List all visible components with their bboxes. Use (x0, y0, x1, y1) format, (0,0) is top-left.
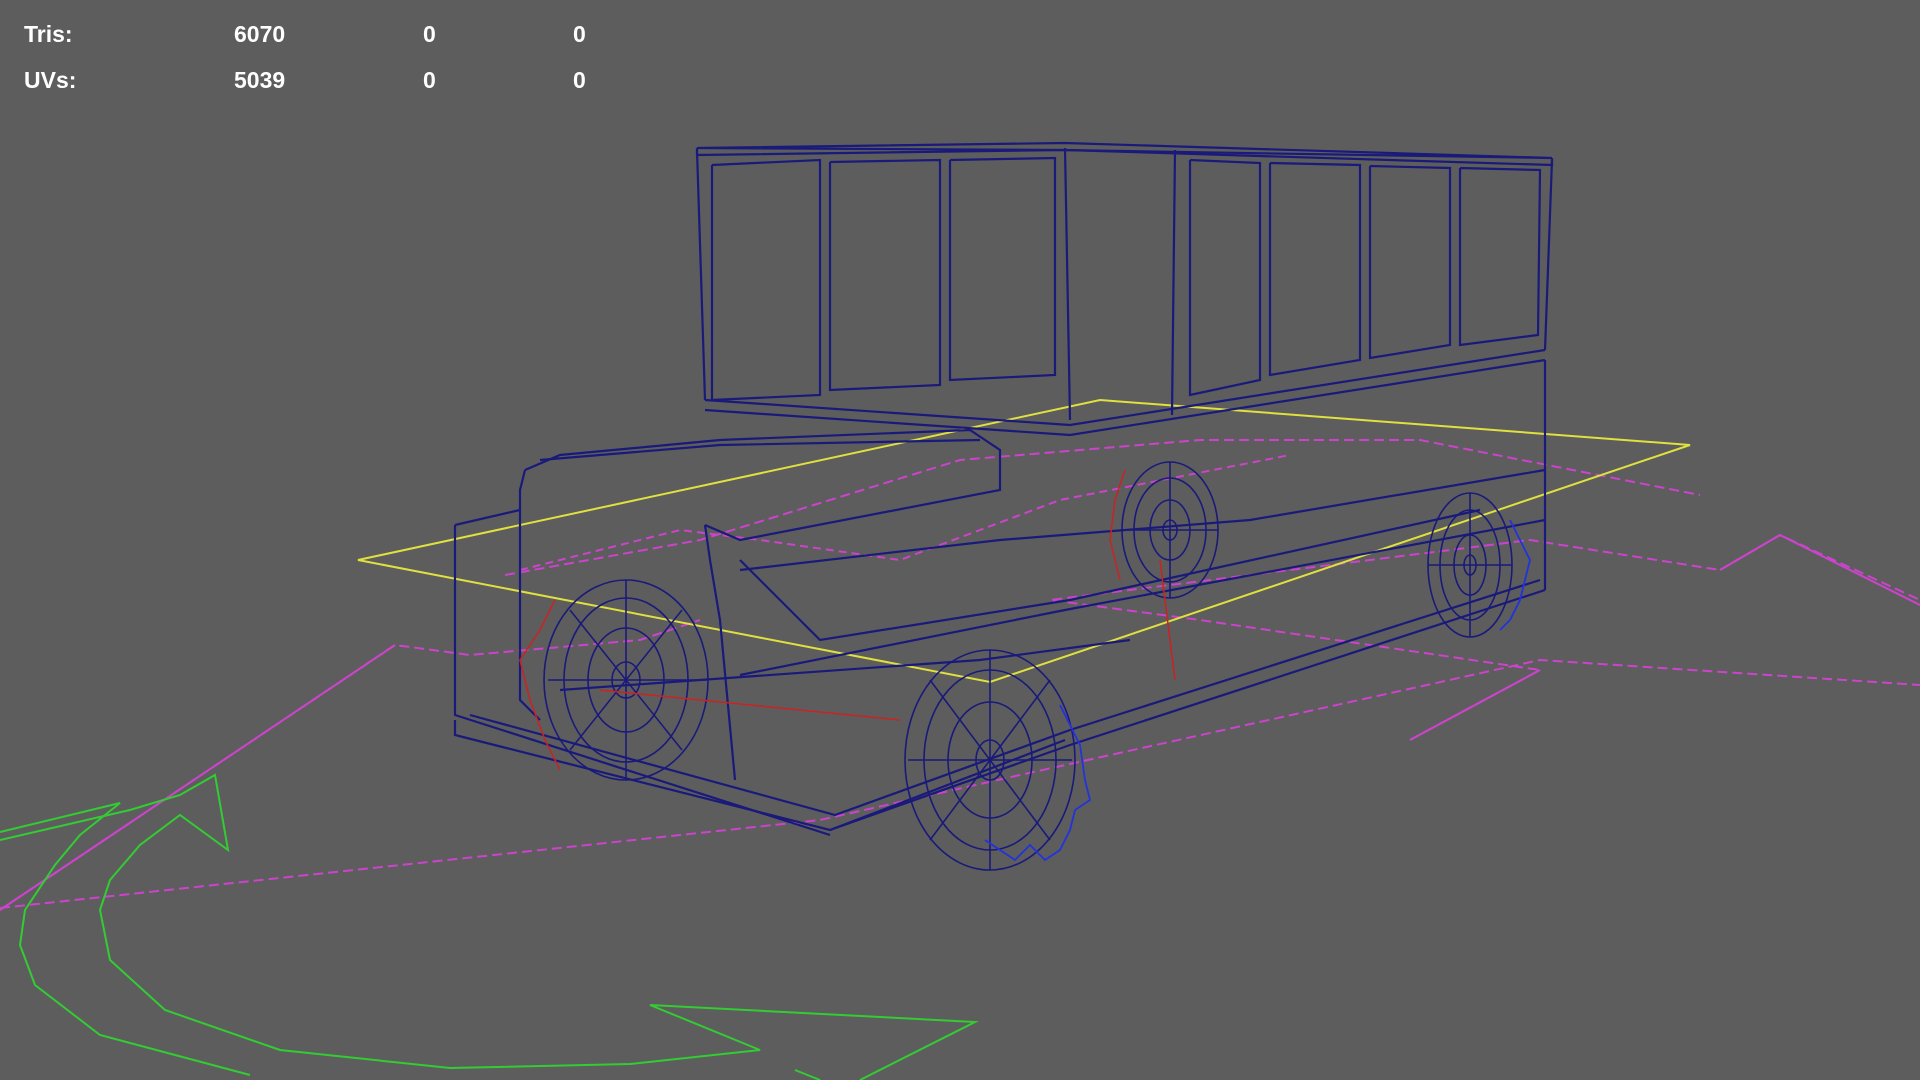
hud-value: 5039 (234, 67, 286, 93)
body-side-sill (739, 518, 1546, 677)
joint-marker-front-left (519, 599, 561, 771)
direction-arrow-head-lower (794, 1069, 821, 1080)
viewport-scene[interactable] (0, 0, 1920, 1080)
motion-path-upper-segment (504, 439, 1701, 576)
cabin-roof (696, 141, 1553, 160)
cabin-rear-window-frame-4 (1458, 166, 1542, 347)
hood-top (524, 428, 1002, 542)
motion-path-solid-a (0, 644, 396, 911)
cabin-rear-window-frame-2 (1268, 161, 1362, 377)
cabin-rear-right-pillar (1543, 159, 1554, 351)
curved-arrow-icon[interactable] (0, 773, 979, 1080)
motion-path-solid-b (1409, 669, 1541, 741)
chassis-long-rail (559, 638, 1131, 692)
spring-rear-right (1499, 519, 1531, 631)
body-lower-front (454, 508, 521, 527)
direction-arrow-inner (0, 802, 251, 1076)
cabin-rear-window-frame-1 (1188, 158, 1262, 397)
direction-arrow-outer (0, 773, 979, 1080)
wheel-front-left[interactable] (543, 579, 709, 781)
hud-value: 0 (423, 67, 436, 93)
chassis-floor-2 (739, 508, 1481, 642)
hud-value: 0 (573, 21, 586, 47)
hud-row-uvs: UVs: 5039 0 0 (0, 67, 640, 97)
motion-path-inner-segment (519, 454, 1291, 571)
wheel-front-right[interactable] (904, 649, 1076, 871)
hud-value: 0 (423, 21, 436, 47)
cabin-mid-pillar (1170, 149, 1177, 416)
hud-value: 0 (573, 67, 586, 93)
hud-row-tris: Tris: 6070 0 0 (0, 21, 640, 51)
joint-markers[interactable] (519, 469, 1176, 771)
wheel-rear-right[interactable] (1427, 492, 1513, 638)
cabin-front-left-pillar (695, 149, 707, 401)
motion-path-left-segment (0, 619, 701, 911)
body-bottom (453, 588, 1546, 832)
cabin-side-window-frame-2 (828, 158, 942, 392)
3d-viewport[interactable]: Tris: 6070 0 0 UVs: 5039 0 0 (0, 0, 1920, 1080)
motion-path-solid-c (1719, 533, 1920, 606)
cabin-side-window-frame (710, 158, 822, 402)
hood-side (703, 524, 737, 781)
wheels[interactable] (543, 461, 1513, 871)
cabin-rear-window-frame-3 (1368, 164, 1452, 360)
cabin-side-window-frame-3 (948, 156, 1057, 382)
poly-count-hud: Tris: 6070 0 0 UVs: 5039 0 0 (0, 0, 640, 120)
hud-value: 6070 (234, 21, 286, 47)
chassis-floor (739, 468, 1546, 572)
hud-label: UVs: (24, 67, 77, 93)
cabin-front-right-pillar (1063, 147, 1072, 421)
wheel-rear-left[interactable] (1121, 461, 1219, 599)
hud-label: Tris: (24, 21, 73, 47)
ground-plane[interactable] (357, 398, 1691, 684)
